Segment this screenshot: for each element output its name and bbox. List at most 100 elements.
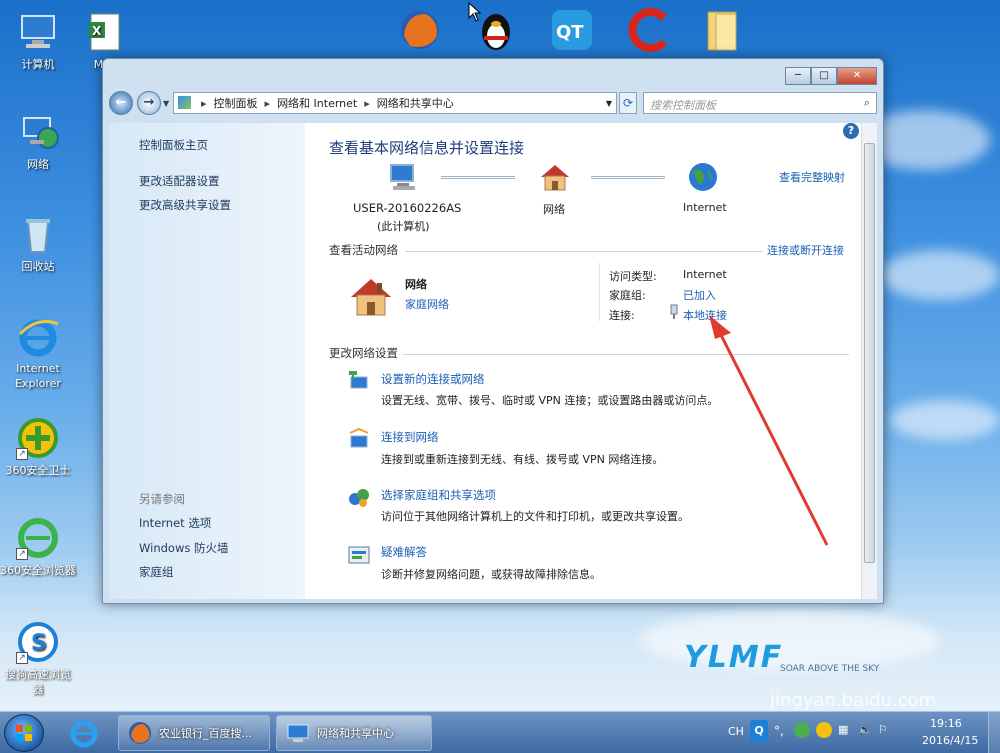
baidu-url: jingyan.baidu.com xyxy=(770,690,937,711)
network-icon xyxy=(16,110,60,154)
computer-icon xyxy=(16,10,60,54)
sidebar-item-homegroup[interactable]: 家庭组 xyxy=(139,564,174,580)
breadcrumb-network-sharing-center[interactable]: 网络和共享中心 xyxy=(377,95,454,111)
clock-time[interactable]: 19:16 xyxy=(930,717,962,730)
desktop-icon-recycle-bin[interactable]: 回收站 xyxy=(0,212,76,274)
recent-pages-dropdown-icon[interactable]: ▼ xyxy=(163,99,169,108)
firefox-icon xyxy=(401,11,439,49)
control-panel-icon xyxy=(178,96,191,109)
ccleaner-shortcut[interactable] xyxy=(624,6,672,54)
connect-network-icon xyxy=(347,427,371,454)
task-link-homegroup-sharing[interactable]: 选择家庭组和共享选项 xyxy=(381,487,496,503)
desktop-icon-ie[interactable]: Internet Explorer xyxy=(0,314,76,391)
search-input[interactable]: 搜索控制面板 ⌕ xyxy=(643,92,877,114)
svg-text:S: S xyxy=(31,631,47,656)
scrollbar-thumb[interactable] xyxy=(864,143,875,563)
computer-sub: (此计算机) xyxy=(377,220,430,233)
tray-app-icon[interactable] xyxy=(794,722,810,738)
homegroup-sharing-icon xyxy=(347,485,371,512)
change-settings-heading: 更改网络设置 xyxy=(329,346,398,360)
task-link-troubleshoot[interactable]: 疑难解答 xyxy=(381,544,427,560)
active-networks-heading: 查看活动网络 xyxy=(329,243,398,257)
breadcrumb-network-internet[interactable]: 网络和 Internet xyxy=(277,95,357,111)
map-network-label: 网络 xyxy=(543,203,565,216)
task-link-new-connection[interactable]: 设置新的连接或网络 xyxy=(381,371,485,387)
sidebar-item-internet-options[interactable]: Internet 选项 xyxy=(139,515,211,531)
maximize-button[interactable]: □ xyxy=(811,67,837,85)
system-tray: CH Q °, ▦ 🔈 ⚐ 19:16 2016/4/15 xyxy=(720,712,1000,753)
forward-button[interactable]: → xyxy=(137,91,161,115)
ylmf-logo-text: YLMF xyxy=(684,640,784,675)
desktop-icon-label: 搜狗高速浏览器 xyxy=(5,668,71,696)
svg-text:X: X xyxy=(92,24,102,38)
back-button[interactable]: ← xyxy=(109,91,133,115)
shortcut-arrow-icon: ↗ xyxy=(16,448,28,460)
sidebar-item-advanced-sharing[interactable]: 更改高级共享设置 xyxy=(139,197,231,213)
desktop-icon-network[interactable]: 网络 xyxy=(0,110,76,172)
close-button[interactable]: ✕ xyxy=(837,67,877,85)
computer-name: USER-20160226AS xyxy=(353,201,462,215)
excel-icon: X xyxy=(81,10,125,54)
address-dropdown-icon[interactable]: ▼ xyxy=(606,99,612,108)
view-full-map-link[interactable]: 查看完整映射 xyxy=(779,169,845,185)
access-type-label: 访问类型: xyxy=(609,270,657,283)
see-also-heading: 另请参阅 xyxy=(139,492,185,506)
punctuation-icon[interactable]: °, xyxy=(774,724,784,738)
desktop-icon-360-browser[interactable]: ↗ 360安全浏览器 xyxy=(0,516,76,578)
homegroup-joined-link[interactable]: 已加入 xyxy=(683,287,716,303)
folder-icon xyxy=(707,11,737,51)
active-network-name: 网络 xyxy=(405,278,427,291)
task-link-connect-network[interactable]: 连接到网络 xyxy=(381,429,439,445)
ylmf-slogan: SOAR ABOVE THE SKY xyxy=(780,664,880,674)
firefox-icon xyxy=(129,722,151,744)
desktop-icon-label: 360安全浏览器 xyxy=(0,564,76,577)
show-desktop-button[interactable] xyxy=(988,712,1000,753)
page-title: 查看基本网络信息并设置连接 xyxy=(329,139,525,157)
desktop-icon-sogou-browser[interactable]: S ↗ 搜狗高速浏览器 xyxy=(0,620,76,697)
taskbar-app-network-center[interactable]: 网络和共享中心 xyxy=(276,715,432,751)
ethernet-icon xyxy=(669,304,679,323)
desktop-icon-computer[interactable]: 计算机 xyxy=(0,10,76,72)
input-method-icon[interactable]: Q xyxy=(750,720,768,742)
taskbar: 农业银行_百度搜... 网络和共享中心 CH Q °, ▦ 🔈 ⚐ 19:16 … xyxy=(0,711,1000,753)
house-map-icon xyxy=(537,161,573,196)
main-content: 查看基本网络信息并设置连接 查看完整映射 USER-20160226AS (此计… xyxy=(305,123,861,599)
navigation-bar: ← → ▼ ▸ 控制面板 ▸ 网络和 Internet ▸ 网络和共享中心 ▼ … xyxy=(109,89,877,117)
sidebar-item-change-adapter[interactable]: 更改适配器设置 xyxy=(139,173,220,189)
search-icon[interactable]: ⌕ xyxy=(864,96,870,110)
360-tray-icon[interactable] xyxy=(816,722,832,738)
address-bar[interactable]: ▸ 控制面板 ▸ 网络和 Internet ▸ 网络和共享中心 ▼ xyxy=(173,92,617,114)
minimize-button[interactable]: ─ xyxy=(785,67,811,85)
vertical-divider xyxy=(599,263,600,321)
ie-icon xyxy=(16,314,60,358)
refresh-button[interactable]: ⟳ xyxy=(619,92,637,114)
firefox-shortcut[interactable] xyxy=(396,6,444,54)
help-icon[interactable]: ? xyxy=(843,123,859,139)
connect-disconnect-link[interactable]: 连接或断开连接 xyxy=(767,242,844,258)
360-browser-icon: ↗ xyxy=(16,516,60,560)
vertical-scrollbar[interactable] xyxy=(861,123,877,599)
shortcut-arrow-icon: ↗ xyxy=(16,652,28,664)
language-indicator[interactable]: CH xyxy=(728,725,744,738)
windows-logo-icon xyxy=(16,725,32,741)
folder-shortcut[interactable] xyxy=(700,6,748,54)
network-tray-icon[interactable]: ▦ xyxy=(838,723,848,736)
taskbar-app-label: 农业银行_百度搜... xyxy=(159,727,252,740)
breadcrumb-control-panel[interactable]: 控制面板 xyxy=(214,95,258,111)
taskbar-app-firefox[interactable]: 农业银行_百度搜... xyxy=(118,715,270,751)
sidebar-item-windows-firewall[interactable]: Windows 防火墙 xyxy=(139,540,229,556)
new-connection-icon xyxy=(347,369,371,396)
start-button[interactable] xyxy=(4,714,44,752)
ie-icon xyxy=(70,720,98,748)
shortcut-arrow-icon: ↗ xyxy=(16,548,28,560)
sidebar-item-control-panel-home[interactable]: 控制面板主页 xyxy=(139,137,208,153)
clock-date[interactable]: 2016/4/15 xyxy=(922,734,978,747)
flag-icon[interactable]: ⚐ xyxy=(878,723,888,736)
desktop-icon-label: 网络 xyxy=(27,158,49,171)
home-network-link[interactable]: 家庭网络 xyxy=(405,296,449,312)
volume-icon[interactable]: 🔈 xyxy=(858,723,872,736)
desktop-icon-360-guard[interactable]: ↗ 360安全卫士 xyxy=(0,416,76,478)
qt-shortcut[interactable]: QT xyxy=(548,6,596,54)
window-controls: ─ □ ✕ xyxy=(785,67,877,85)
taskbar-ie-pin[interactable] xyxy=(66,716,102,753)
